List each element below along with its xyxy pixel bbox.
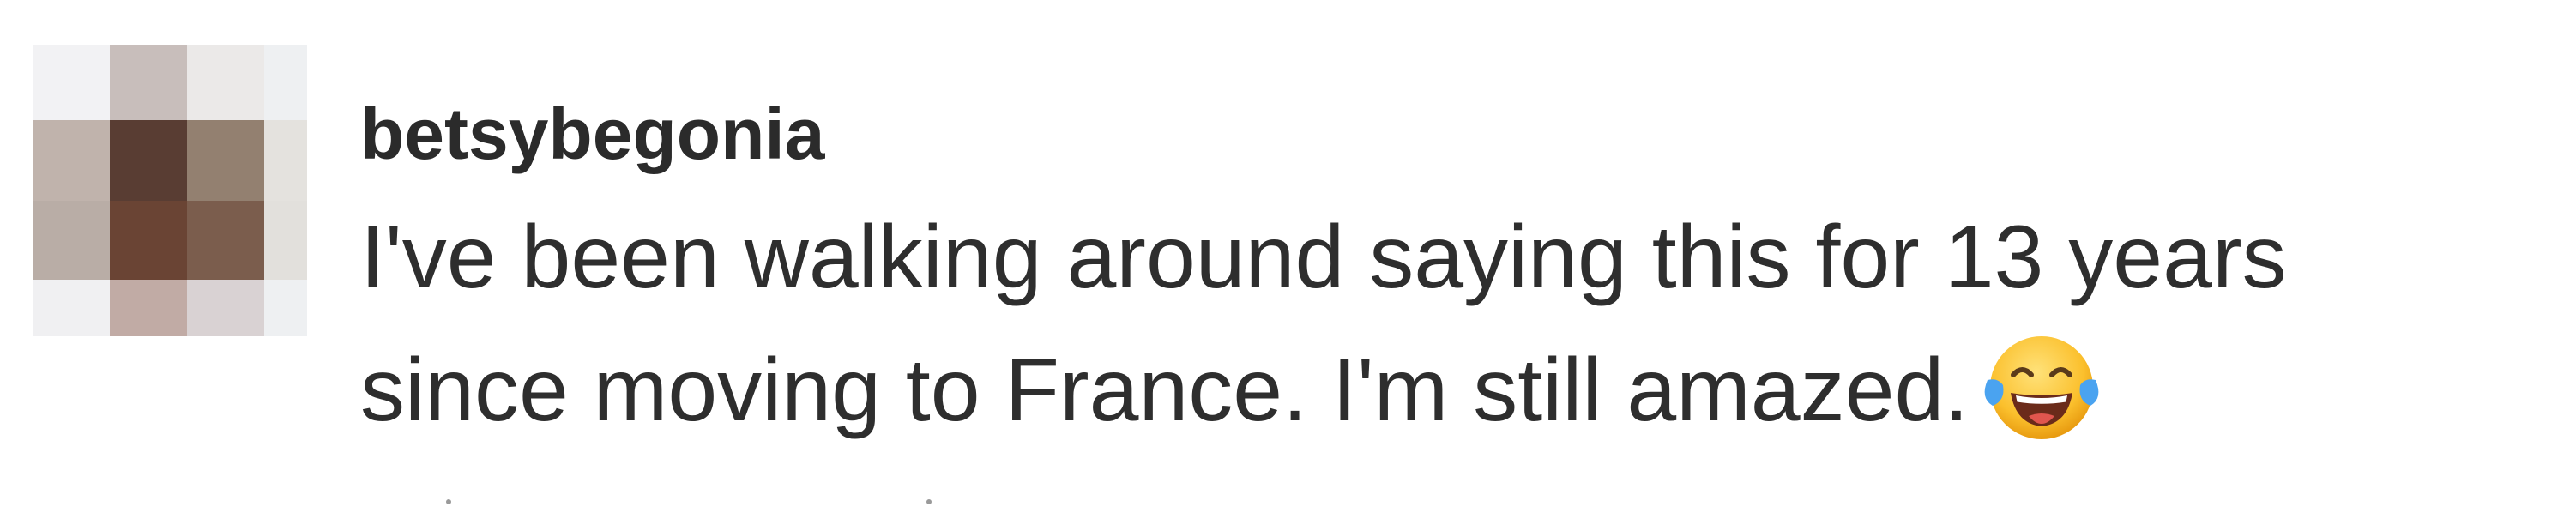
comment-actions-partial [446,499,961,504]
comment-text-line-content: since moving to France. I'm still amazed… [360,341,1970,440]
comment-username[interactable]: betsybegonia [360,93,2556,175]
comment: betsybegonia I've been walking around sa… [0,0,2576,507]
comment-text: I've been walking around saying this for… [360,194,2556,454]
avatar-pixel [264,280,307,336]
avatar-pixel [110,45,187,120]
divider-dot [446,499,451,504]
avatar[interactable] [33,45,307,336]
avatar-pixel [264,201,307,280]
avatar-pixel [33,280,110,336]
avatar-pixel [33,201,110,280]
avatar-pixel [264,120,307,201]
comment-text-line: I've been walking around saying this for… [360,208,2287,307]
divider-dot [926,499,932,504]
comment-body: betsybegonia I've been walking around sa… [360,93,2556,454]
avatar-pixel [33,45,110,120]
avatar-pixel [110,201,187,280]
avatar-pixel [187,280,264,336]
avatar-pixel [187,120,264,201]
avatar-pixel [33,120,110,201]
avatar-pixel [110,280,187,336]
face-with-tears-of-joy-icon [1984,336,2099,439]
avatar-pixel [110,120,187,201]
comment-text-line: since moving to France. I'm still amazed… [360,321,2556,454]
avatar-pixel [187,201,264,280]
avatar-pixel [264,45,307,120]
avatar-pixel [187,45,264,120]
